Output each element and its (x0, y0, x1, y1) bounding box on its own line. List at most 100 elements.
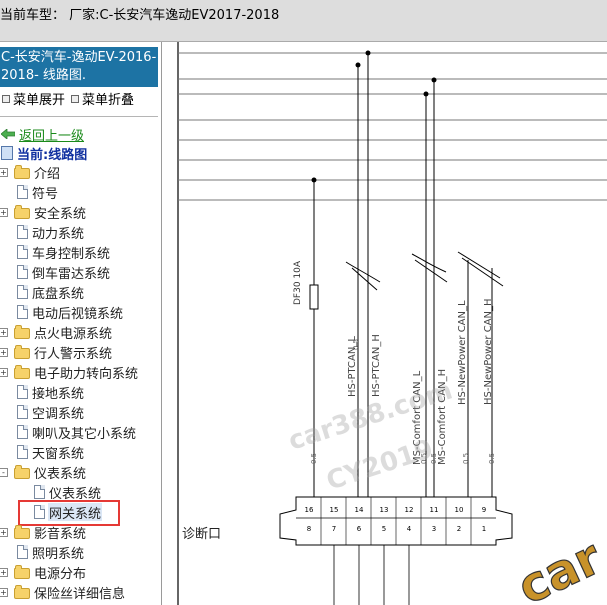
folder-icon (14, 584, 30, 599)
expand-plus-icon[interactable]: + (0, 168, 8, 177)
pin-label: 2 (457, 525, 461, 533)
pin-label: 14 (355, 506, 364, 514)
tree-item-label: 车身控制系统 (32, 246, 111, 262)
folder-icon (14, 564, 30, 579)
document-icon (34, 485, 45, 499)
expand-square-icon (2, 94, 10, 103)
document-icon (17, 405, 28, 419)
document-icon (17, 245, 28, 259)
folder-icon (14, 344, 30, 359)
collapse-minus-icon[interactable]: - (0, 468, 8, 477)
svg-text:CY2019: CY2019 (323, 434, 437, 497)
wire-label: HS-NewPower CAN_H (483, 298, 494, 405)
tree-item-label: 符号 (32, 186, 59, 202)
document-icon (17, 225, 28, 239)
tree-item[interactable]: 倒车雷达系统 (0, 262, 110, 282)
tree-item-label: 倒车雷达系统 (32, 266, 111, 282)
tree-item[interactable]: + 电源分布 (0, 562, 86, 582)
tree-subitem[interactable]: 仪表系统 (0, 482, 101, 502)
document-icon (17, 185, 28, 199)
tree-item[interactable]: + 保险丝详细信息 (0, 582, 125, 602)
tree-item[interactable]: + 电子助力转向系统 (0, 362, 138, 382)
connector-label: 诊断口 (182, 527, 221, 542)
title-bar: 当前车型： 厂家:C-长安汽车逸动EV2017-2018 (0, 0, 607, 42)
folder-icon (14, 364, 30, 379)
pin-label: 4 (407, 525, 412, 533)
pin-label: 15 (330, 506, 339, 514)
tree-item[interactable]: - 仪表系统 (0, 462, 86, 482)
fuse-label: DF30 10A (293, 260, 303, 305)
wire-gauge: 0.5 (488, 453, 496, 464)
menu-collapse-label: 菜单折叠 (82, 93, 135, 108)
tree-item-label: 仪表系统 (34, 466, 87, 482)
vehicle-title-line1: C-长安汽车-逸动EV-2016- (1, 50, 157, 65)
tree-item[interactable]: 动力系统 (0, 222, 84, 242)
tree-item-label: 保险丝详细信息 (34, 586, 126, 602)
divider (0, 116, 158, 117)
pin-label: 11 (430, 506, 439, 514)
tree-item-label: 点火电源系统 (34, 326, 113, 342)
current-location-label: 当前:线路图 (17, 147, 88, 163)
tree-item[interactable]: + 影音系统 (0, 522, 86, 542)
back-link[interactable]: 返回上一级 (19, 125, 84, 144)
expand-plus-icon[interactable]: + (0, 368, 8, 377)
tree-item-label: 喇叭及其它小系统 (32, 426, 137, 442)
collapse-square-icon (71, 94, 79, 103)
current-location-row: 当前:线路图 (1, 143, 87, 163)
wire-gauge: 0.5 (352, 339, 360, 350)
page-icon (1, 146, 13, 160)
pin-label: 10 (455, 506, 464, 514)
tree-item[interactable]: 电动后视镜系统 (0, 302, 123, 322)
tree-item-label: 接地系统 (32, 386, 85, 402)
pin-label: 6 (357, 525, 362, 533)
menu-expand-button[interactable]: 菜单展开 (2, 89, 65, 108)
tree-item[interactable]: + 介绍 (0, 162, 60, 182)
tree-item[interactable]: 喇叭及其它小系统 (0, 422, 136, 442)
pin-label: 3 (432, 525, 436, 533)
tree-item[interactable]: 照明系统 (0, 542, 84, 562)
tree-item-label: 介绍 (34, 166, 61, 182)
folder-icon (14, 524, 30, 539)
document-icon (17, 385, 28, 399)
tree-item[interactable]: 底盘系统 (0, 282, 84, 302)
expand-plus-icon[interactable]: + (0, 348, 8, 357)
tree-item-label: 安全系统 (34, 206, 87, 222)
wire-gauge: 0.5 (462, 453, 470, 464)
vehicle-title-line2: 2018- 线路图. (1, 68, 87, 83)
tree-item[interactable]: + 点火电源系统 (0, 322, 112, 342)
expand-plus-icon[interactable]: + (0, 328, 8, 337)
diagnostic-connector: 16 15 14 13 12 11 10 9 8 7 6 5 4 3 2 1 (279, 496, 513, 605)
wiring-diagram: DF30 10A HS-PTCAN_L HS-PTCAN_H MS-Comfor… (177, 42, 607, 605)
tree-item[interactable]: + 行人警示系统 (0, 342, 112, 362)
folder-icon (14, 164, 30, 179)
expand-plus-icon[interactable]: + (0, 528, 8, 537)
folder-icon (14, 324, 30, 339)
watermark-logo: car (509, 529, 607, 605)
expand-plus-icon[interactable]: + (0, 588, 8, 597)
tree-item-label: 仪表系统 (49, 486, 102, 502)
back-link-row[interactable]: 返回上一级 (1, 124, 84, 144)
tree-item-label: 照明系统 (32, 546, 85, 562)
folder-icon (14, 204, 30, 219)
tree-item[interactable]: 符号 (0, 182, 58, 202)
tree-item[interactable]: 空调系统 (0, 402, 84, 422)
pin-label: 13 (380, 506, 389, 514)
document-icon (17, 545, 28, 559)
wire-gauge: 0.5 (310, 453, 318, 464)
expand-plus-icon[interactable]: + (0, 208, 8, 217)
tree-item[interactable]: 天窗系统 (0, 442, 84, 462)
tree-item-label: 电动后视镜系统 (32, 306, 124, 322)
tree-item[interactable]: 车身控制系统 (0, 242, 110, 262)
expand-plus-icon[interactable]: + (0, 568, 8, 577)
current-vehicle-title: 当前车型： 厂家:C-长安汽车逸动EV2017-2018 (0, 8, 280, 23)
pin-label: 7 (332, 525, 336, 533)
pin-label: 16 (305, 506, 314, 514)
pin-label: 12 (405, 506, 414, 514)
tree-item[interactable]: 接地系统 (0, 382, 84, 402)
fuse-symbol (309, 284, 319, 310)
tree-item[interactable]: + 安全系统 (0, 202, 86, 222)
menu-collapse-button[interactable]: 菜单折叠 (71, 89, 134, 108)
document-icon (17, 265, 28, 279)
document-icon (17, 305, 28, 319)
wire-label: HS-PTCAN_H (371, 334, 382, 397)
